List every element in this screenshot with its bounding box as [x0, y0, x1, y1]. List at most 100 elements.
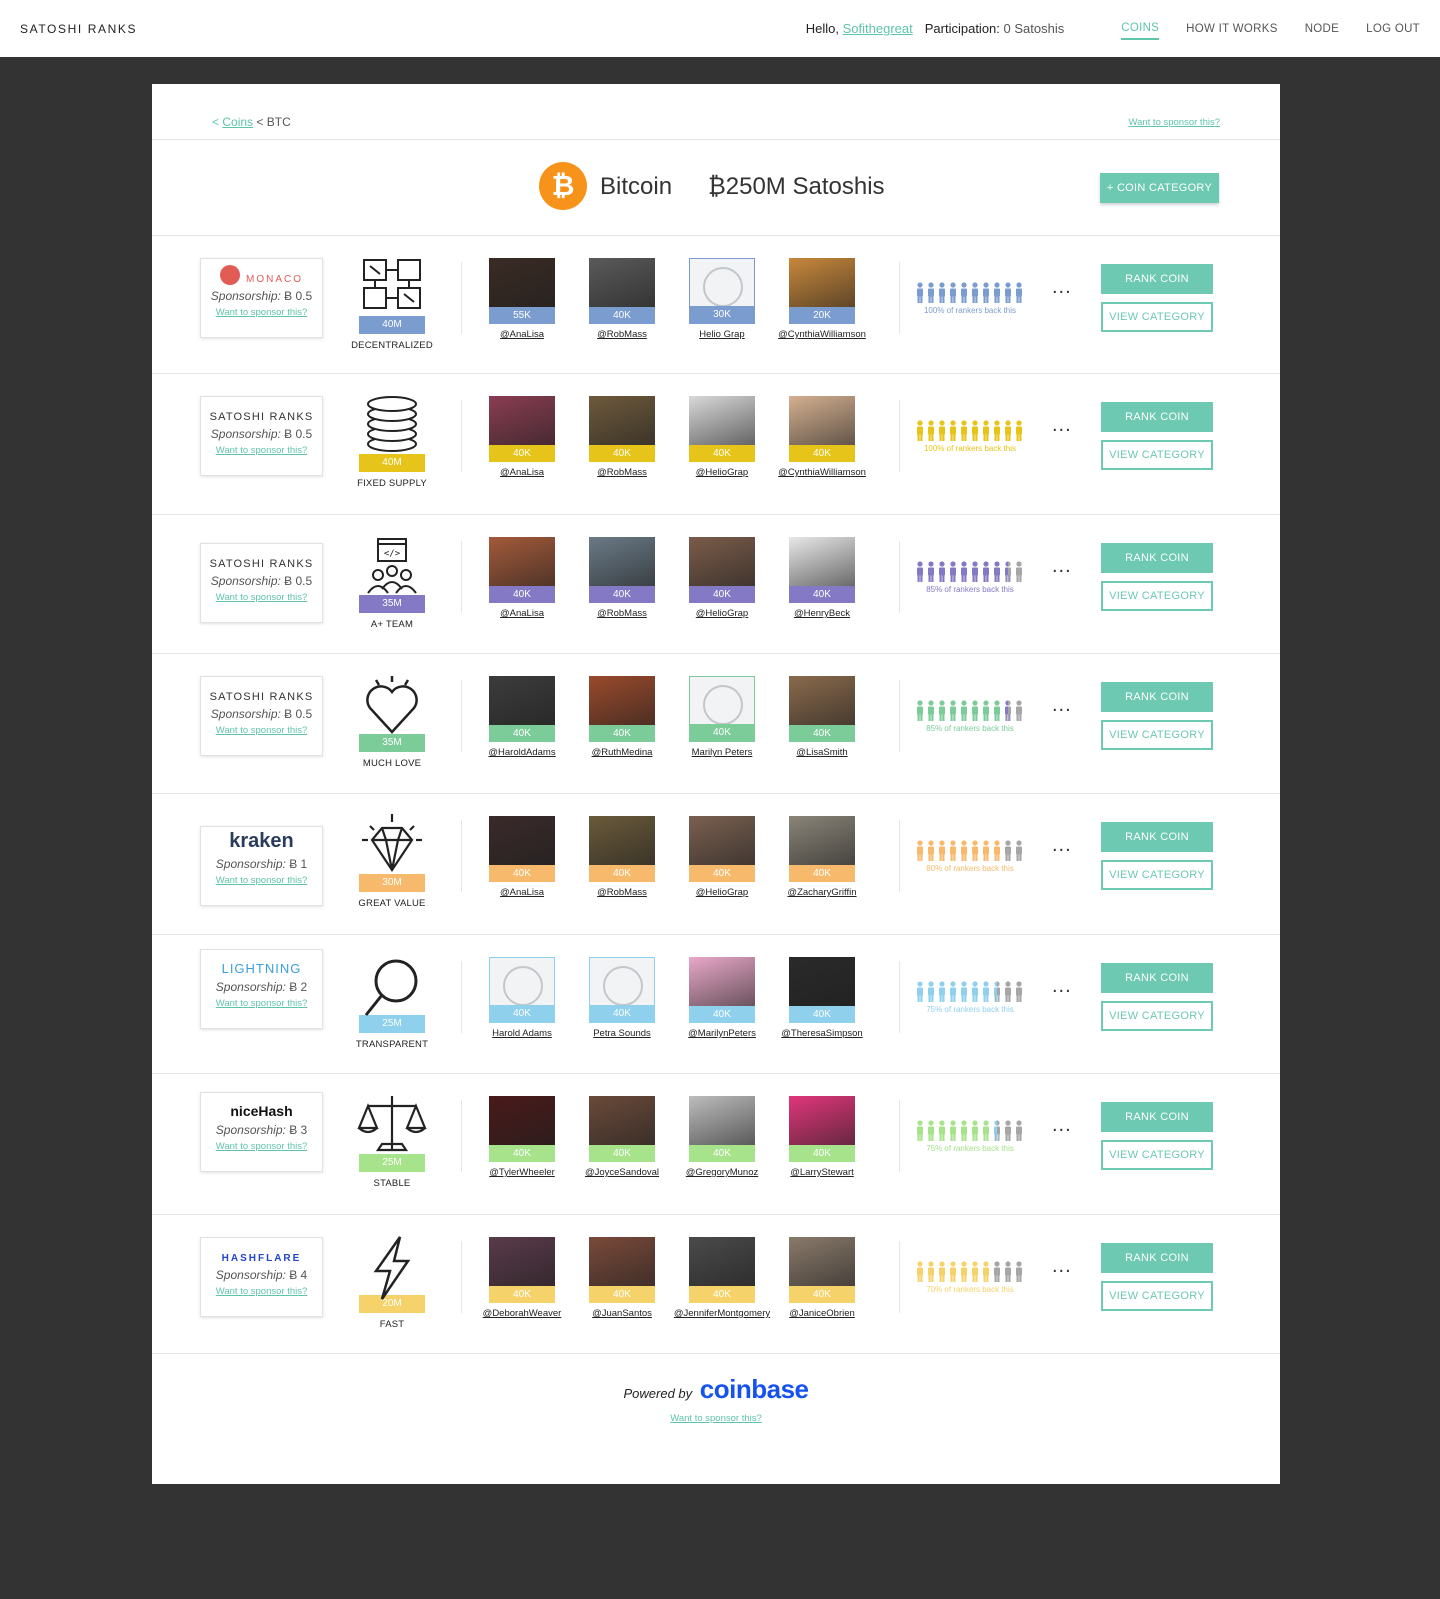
- sponsor-box[interactable]: HASHFLARE Sponsorship: Ƀ 4 Want to spons…: [200, 1237, 323, 1317]
- add-coin-category-button[interactable]: + COIN CATEGORY: [1100, 173, 1219, 203]
- sponsor-link[interactable]: Want to sponsor this?: [201, 725, 322, 736]
- footer-sponsor-link[interactable]: Want to sponsor this?: [152, 1413, 1280, 1424]
- ranker-handle[interactable]: @RobMass: [570, 608, 674, 619]
- ranker-handle[interactable]: Harold Adams: [470, 1028, 574, 1039]
- ranker-handle[interactable]: @HelioGrap: [670, 608, 774, 619]
- more-options-icon[interactable]: ...: [1052, 834, 1072, 857]
- rank-coin-button[interactable]: RANK COIN: [1101, 543, 1213, 573]
- view-category-button[interactable]: VIEW CATEGORY: [1101, 1140, 1213, 1170]
- category[interactable]: 40M DECENTRALIZED: [348, 256, 436, 351]
- ranker-handle[interactable]: @AnaLisa: [470, 887, 574, 898]
- nav-log-out[interactable]: LOG OUT: [1366, 19, 1420, 39]
- ranker-handle[interactable]: @LisaSmith: [770, 747, 874, 758]
- avatar[interactable]: 40K: [689, 1096, 755, 1162]
- sponsor-link[interactable]: Want to sponsor this?: [201, 998, 322, 1009]
- avatar[interactable]: 40K: [789, 676, 855, 742]
- more-options-icon[interactable]: ...: [1052, 1114, 1072, 1137]
- avatar[interactable]: 55K: [489, 258, 555, 324]
- ranker-handle[interactable]: @CynthiaWilliamson: [770, 467, 874, 478]
- rank-coin-button[interactable]: RANK COIN: [1101, 402, 1213, 432]
- avatar[interactable]: 40K: [789, 957, 855, 1023]
- ranker-handle[interactable]: @HelioGrap: [670, 467, 774, 478]
- rank-coin-button[interactable]: RANK COIN: [1101, 963, 1213, 993]
- sponsor-link[interactable]: Want to sponsor this?: [201, 1286, 322, 1297]
- nav-node[interactable]: NODE: [1305, 19, 1339, 39]
- ranker-handle[interactable]: @AnaLisa: [470, 467, 574, 478]
- sponsor-box[interactable]: MONACO Sponsorship: Ƀ 0.5 Want to sponso…: [200, 258, 323, 338]
- rank-coin-button[interactable]: RANK COIN: [1101, 822, 1213, 852]
- ranker-handle[interactable]: Marilyn Peters: [670, 747, 774, 758]
- sponsor-link[interactable]: Want to sponsor this?: [201, 1141, 322, 1152]
- avatar[interactable]: 40K: [789, 537, 855, 603]
- ranker-handle[interactable]: @LarryStewart: [770, 1167, 874, 1178]
- avatar[interactable]: 40K: [789, 1237, 855, 1303]
- sponsor-link[interactable]: Want to sponsor this?: [201, 592, 322, 603]
- avatar[interactable]: 40K: [589, 537, 655, 603]
- ranker-handle[interactable]: @MarilynPeters: [670, 1028, 774, 1039]
- ranker-handle[interactable]: @JenniferMontgomery: [670, 1308, 774, 1319]
- ranker-handle[interactable]: @RobMass: [570, 467, 674, 478]
- ranker-handle[interactable]: @TylerWheeler: [470, 1167, 574, 1178]
- view-category-button[interactable]: VIEW CATEGORY: [1101, 860, 1213, 890]
- view-category-button[interactable]: VIEW CATEGORY: [1101, 440, 1213, 470]
- avatar[interactable]: 40K: [489, 676, 555, 742]
- view-category-button[interactable]: VIEW CATEGORY: [1101, 302, 1213, 332]
- more-options-icon[interactable]: ...: [1052, 414, 1072, 437]
- avatar[interactable]: 40K: [689, 1237, 755, 1303]
- avatar[interactable]: 40K: [489, 816, 555, 882]
- sponsor-box[interactable]: SATOSHI RANKS Sponsorship: Ƀ 0.5 Want to…: [200, 543, 323, 623]
- sponsor-link[interactable]: Want to sponsor this?: [201, 445, 322, 456]
- view-category-button[interactable]: VIEW CATEGORY: [1101, 1281, 1213, 1311]
- avatar[interactable]: 40K: [689, 676, 755, 742]
- category[interactable]: 25M TRANSPARENT: [348, 955, 436, 1050]
- avatar[interactable]: 30K: [689, 258, 755, 324]
- avatar[interactable]: 40K: [689, 816, 755, 882]
- avatar[interactable]: 40K: [589, 396, 655, 462]
- sponsor-box[interactable]: LIGHTNING Sponsorship: Ƀ 2 Want to spons…: [200, 949, 323, 1029]
- breadcrumb-back-arrow[interactable]: <: [212, 115, 219, 129]
- avatar[interactable]: 40K: [589, 957, 655, 1023]
- sponsor-link[interactable]: Want to sponsor this?: [201, 307, 322, 318]
- avatar[interactable]: 40K: [489, 957, 555, 1023]
- avatar[interactable]: 20K: [789, 258, 855, 324]
- category[interactable]: </> 35M A+ TEAM: [348, 535, 436, 630]
- ranker-handle[interactable]: Helio Grap: [670, 329, 774, 340]
- category[interactable]: 25M STABLE: [348, 1094, 436, 1189]
- nav-how-it-works[interactable]: HOW IT WORKS: [1186, 19, 1278, 39]
- avatar[interactable]: 40K: [589, 676, 655, 742]
- ranker-handle[interactable]: @JuanSantos: [570, 1308, 674, 1319]
- ranker-handle[interactable]: @RobMass: [570, 887, 674, 898]
- sponsor-page-link[interactable]: Want to sponsor this?: [1128, 117, 1220, 128]
- sponsor-box[interactable]: kraken Sponsorship: Ƀ 1 Want to sponsor …: [200, 826, 323, 906]
- rank-coin-button[interactable]: RANK COIN: [1101, 1243, 1213, 1273]
- more-options-icon[interactable]: ...: [1052, 555, 1072, 578]
- ranker-handle[interactable]: @JoyceSandoval: [570, 1167, 674, 1178]
- sponsor-link[interactable]: Want to sponsor this?: [201, 875, 322, 886]
- avatar[interactable]: 40K: [489, 537, 555, 603]
- avatar[interactable]: 40K: [589, 258, 655, 324]
- avatar[interactable]: 40K: [689, 957, 755, 1023]
- avatar[interactable]: 40K: [589, 1237, 655, 1303]
- avatar[interactable]: 40K: [489, 1237, 555, 1303]
- ranker-handle[interactable]: Petra Sounds: [570, 1028, 674, 1039]
- sponsor-box[interactable]: SATOSHI RANKS Sponsorship: Ƀ 0.5 Want to…: [200, 676, 323, 756]
- category[interactable]: 30M GREAT VALUE: [348, 814, 436, 909]
- more-options-icon[interactable]: ...: [1052, 276, 1072, 299]
- view-category-button[interactable]: VIEW CATEGORY: [1101, 720, 1213, 750]
- avatar[interactable]: 40K: [489, 1096, 555, 1162]
- ranker-handle[interactable]: @AnaLisa: [470, 608, 574, 619]
- coinbase-logo[interactable]: coinbase: [700, 1374, 809, 1404]
- nav-coins[interactable]: COINS: [1121, 18, 1160, 40]
- username-link[interactable]: Sofithegreat: [843, 21, 913, 36]
- rank-coin-button[interactable]: RANK COIN: [1101, 1102, 1213, 1132]
- sponsor-box[interactable]: SATOSHI RANKS Sponsorship: Ƀ 0.5 Want to…: [200, 396, 323, 476]
- avatar[interactable]: 40K: [689, 537, 755, 603]
- rank-coin-button[interactable]: RANK COIN: [1101, 682, 1213, 712]
- ranker-handle[interactable]: @HaroldAdams: [470, 747, 574, 758]
- more-options-icon[interactable]: ...: [1052, 694, 1072, 717]
- ranker-handle[interactable]: @HenryBeck: [770, 608, 874, 619]
- avatar[interactable]: 40K: [589, 816, 655, 882]
- ranker-handle[interactable]: @HelioGrap: [670, 887, 774, 898]
- avatar[interactable]: 40K: [789, 816, 855, 882]
- ranker-handle[interactable]: @RobMass: [570, 329, 674, 340]
